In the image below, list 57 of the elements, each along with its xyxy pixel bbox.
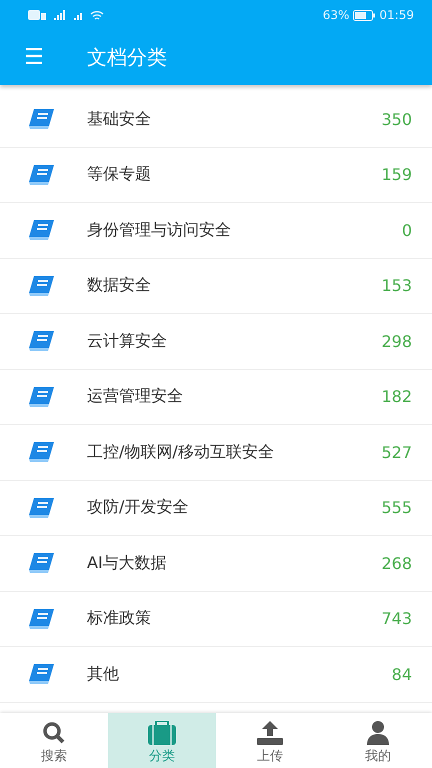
book-icon	[28, 496, 56, 519]
book-icon	[28, 663, 56, 686]
document-count: 182	[381, 387, 412, 406]
category-name: 攻防/开发安全	[87, 497, 190, 518]
book-icon	[28, 274, 56, 297]
document-count: 555	[381, 498, 412, 518]
upload-icon	[256, 720, 284, 744]
document-count: 84	[392, 664, 412, 684]
category-row[interactable]: AI与大数据 268	[0, 536, 432, 592]
book-icon	[28, 108, 56, 130]
category-name: 运营管理安全	[87, 386, 184, 408]
document-count: 743	[381, 609, 412, 628]
category-name: 数据安全	[87, 275, 152, 296]
category-row[interactable]: 其他 84	[0, 647, 432, 702]
wifi-icon	[90, 10, 104, 20]
book-icon	[28, 219, 56, 242]
category-name: 云计算安全	[87, 330, 168, 352]
category-name: 基础安全	[87, 108, 152, 130]
hd-icon	[28, 10, 46, 20]
document-count: 350	[381, 110, 412, 129]
category-row[interactable]: 数据安全 153	[0, 258, 432, 314]
battery-icon	[353, 10, 376, 20]
user-icon	[366, 720, 390, 744]
search-icon	[42, 720, 66, 744]
page-title: 文档分类	[87, 44, 167, 71]
book-icon	[28, 386, 56, 408]
document-count: 527	[381, 442, 412, 462]
category-row[interactable]: 标准政策 743	[0, 592, 432, 647]
document-count: 0	[402, 220, 412, 240]
category-row[interactable]: 基础安全 350	[0, 92, 432, 148]
book-icon	[28, 330, 56, 352]
book-icon	[28, 441, 56, 464]
category-row[interactable]: 攻防/开发安全 555	[0, 480, 432, 536]
nav-tab[interactable]: 搜索	[0, 713, 108, 768]
nav-tab[interactable]: 我的	[324, 713, 432, 768]
category-row[interactable]: 运营管理安全 182	[0, 370, 432, 425]
category-row[interactable]: 工控/物联网/移动互联安全 527	[0, 425, 432, 480]
clock: 01:59	[379, 8, 414, 22]
briefcase-icon	[147, 720, 177, 744]
category-row[interactable]: 等保专题 159	[0, 148, 432, 203]
battery-percent: 63%	[322, 8, 350, 22]
category-name: 工控/物联网/移动互联安全	[87, 442, 275, 463]
book-icon	[28, 164, 56, 186]
nav-tab[interactable]: 上传	[216, 713, 324, 768]
book-icon	[28, 552, 56, 574]
category-name: 其他	[87, 664, 120, 685]
document-count: 298	[381, 332, 412, 351]
document-count: 268	[381, 554, 412, 573]
category-name: 等保专题	[87, 164, 152, 186]
category-row[interactable]: 身份管理与访问安全 0	[0, 203, 432, 258]
book-icon	[28, 608, 56, 630]
category-name: AI与大数据	[87, 552, 168, 574]
document-count: 153	[381, 276, 412, 296]
document-count: 159	[381, 165, 412, 184]
category-name: 标准政策	[87, 608, 152, 630]
category-name: 身份管理与访问安全	[87, 220, 232, 241]
category-row[interactable]: 云计算安全 298	[0, 314, 432, 370]
